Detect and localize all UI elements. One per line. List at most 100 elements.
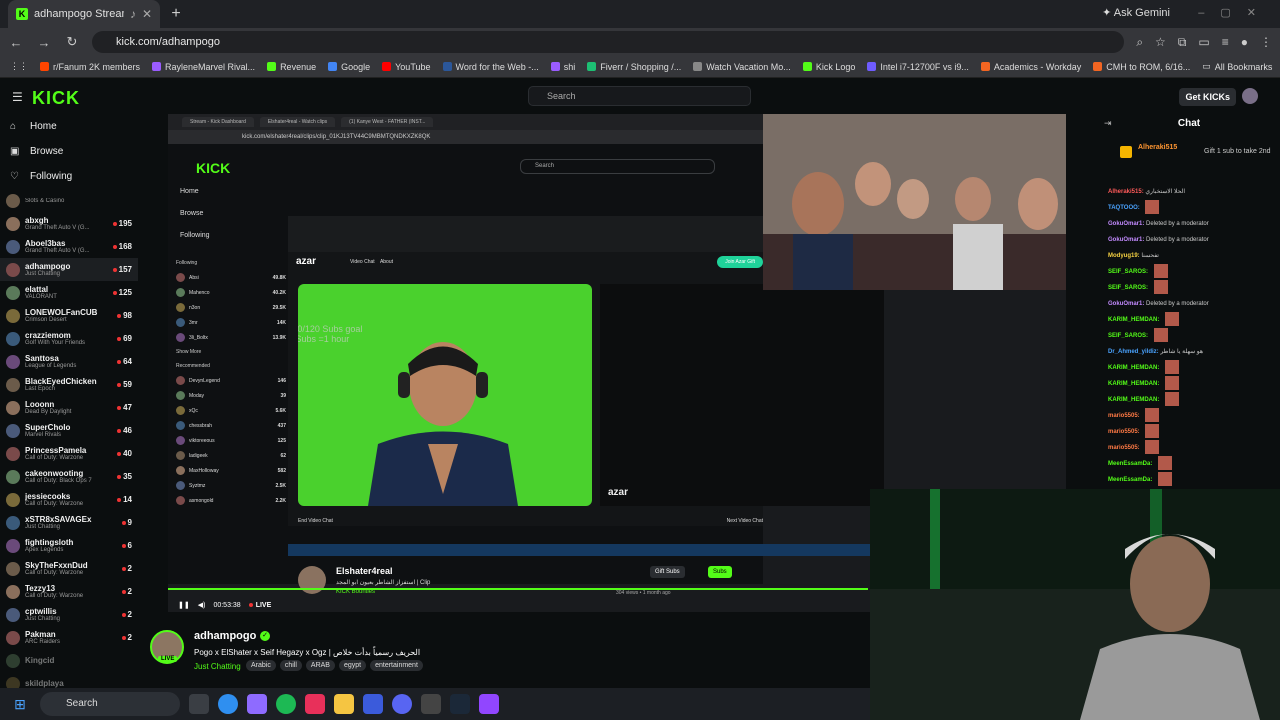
sidebar-channel-item[interactable]: crazziemom Golf With Your Friends 69 [0, 327, 138, 350]
bookmark-star-icon[interactable]: ☆ [1155, 35, 1166, 49]
bookmark-item[interactable]: RayleneMarvel Rival... [152, 62, 255, 72]
bookmark-item[interactable]: Revenue [267, 62, 316, 72]
menu-kebab-icon[interactable]: ⋮ [1260, 35, 1272, 49]
bookmark-item[interactable]: YouTube [382, 62, 431, 72]
bookmark-item[interactable]: Word for the Web -... [442, 62, 539, 72]
twitch-icon[interactable] [479, 694, 499, 714]
url-field[interactable]: kick.com/adhampogo [92, 31, 1125, 53]
taskbar-search[interactable]: Search [40, 692, 180, 716]
sidebar-channel-item[interactable]: cakeonwooting Call of Duty: Black Ops 7 3… [0, 465, 138, 488]
zoom-icon[interactable]: ⌕ [1136, 35, 1143, 50]
bookmark-item[interactable]: Watch Vacation Mo... [693, 62, 791, 72]
sidebar-channel-item[interactable]: Pakman ARC Raiders 2 [0, 626, 138, 649]
chat-username[interactable]: mario5505: [1108, 445, 1140, 451]
sidebar-item-browse[interactable]: ▣ Browse [0, 139, 138, 164]
sidebar-channel-item[interactable]: cptwillis Just Chatting 2 [0, 603, 138, 626]
sidebar-channel-item[interactable]: PrincessPamela Call of Duty: Warzone 40 [0, 442, 138, 465]
sidebar-channel-item[interactable]: SkyTheFxxnDud Call of Duty: Warzone 2 [0, 557, 138, 580]
steam-icon[interactable] [450, 694, 470, 714]
sidebar-channel-item[interactable]: Tezzy13 Call of Duty: Warzone 2 [0, 580, 138, 603]
sidebar-channel-item[interactable]: adhampogo Just Chatting 157 [0, 258, 138, 281]
sidebar-item-following[interactable]: ♡ Following [0, 164, 138, 189]
copilot-icon[interactable] [247, 694, 267, 714]
chat-username[interactable]: SEIF_SAROS: [1108, 285, 1148, 291]
stream-tag[interactable]: ARAB [305, 660, 335, 671]
sidebar-channel-item[interactable]: Aboel3bas Grand Theft Auto V (G... 168 [0, 235, 138, 258]
chat-username[interactable]: KARIM_HEMDAN: [1108, 317, 1159, 323]
chat-username[interactable]: Alheraki515: [1108, 189, 1144, 195]
profile-avatar[interactable]: ● [1241, 35, 1248, 49]
chat-username[interactable]: mario5505: [1108, 413, 1140, 419]
pause-icon[interactable]: ❚❚ [178, 601, 190, 609]
chat-username[interactable]: KARIM_HEMDAN: [1108, 381, 1159, 387]
obs-icon[interactable] [421, 694, 441, 714]
file-explorer-icon[interactable] [334, 694, 354, 714]
close-tab-icon[interactable]: ✕ [142, 7, 152, 21]
sidebar-channel-item[interactable]: xSTR8xSAVAGEx Just Chatting 9 [0, 511, 138, 534]
windows-start-icon[interactable]: ⊞ [0, 688, 40, 720]
all-bookmarks-button[interactable]: ▭ All Bookmarks [1202, 61, 1272, 72]
stream-tag[interactable]: egypt [338, 660, 367, 671]
sidebar-channel-item[interactable]: abxgh Grand Theft Auto V (G... 195 [0, 212, 138, 235]
sidebar-channel-item[interactable]: Santtosa League of Legends 64 [0, 350, 138, 373]
bookmark-item[interactable]: Academics - Workday [980, 62, 1081, 72]
spotify-icon[interactable] [276, 694, 296, 714]
bookmark-item[interactable]: Google [328, 62, 370, 72]
sidebar-channel-item[interactable]: fightingsloth Apex Legends 6 [0, 534, 138, 557]
live-indicator[interactable]: LIVE [249, 602, 272, 609]
sidebar-channel-item[interactable]: Looonn Dead By Daylight 47 [0, 396, 138, 419]
search-input[interactable]: Search [528, 86, 751, 106]
bookmark-item[interactable]: Intel i7-12700F vs i9... [867, 62, 969, 72]
app-icon[interactable] [305, 694, 325, 714]
sidebar-channel-item[interactable]: jessiecooks Call of Duty: Warzone 14 [0, 488, 138, 511]
sidebar-channel-item[interactable]: SuperCholo Marvel Rivals 46 [0, 419, 138, 442]
media-icon[interactable]: ≡ [1222, 35, 1229, 49]
chat-username[interactable]: mario5505: [1108, 429, 1140, 435]
stream-category[interactable]: Just Chatting [194, 662, 241, 671]
extensions-icon[interactable]: ⧉ [1178, 35, 1187, 50]
chat-username[interactable]: GokuOmar1: [1108, 221, 1144, 227]
bookmark-item[interactable]: shi [550, 62, 575, 72]
kick-logo[interactable]: KICK [32, 88, 80, 109]
chat-username[interactable]: Dr_Ahmed_yildiz: [1108, 349, 1159, 355]
user-avatar[interactable] [1242, 88, 1258, 104]
volume-icon[interactable]: ◀) [198, 601, 206, 609]
speaker-icon[interactable]: ♪ [130, 7, 136, 21]
pinned-message[interactable]: Alheraki515 Gift 1 sub to take 2nd [1138, 144, 1280, 155]
ask-gemini-button[interactable]: ✦ Ask Gemini [1102, 6, 1170, 19]
forward-icon[interactable]: → [36, 35, 52, 50]
chat-username[interactable]: MeenEssamDa: [1108, 461, 1152, 467]
new-tab-button[interactable]: + [166, 4, 186, 24]
sidebar-channel-item[interactable]: BlackEyedChicken Last Epoch 59 [0, 373, 138, 396]
channel-name[interactable]: adhampogo [194, 630, 256, 642]
window-controls[interactable]: –▢✕ [1198, 6, 1272, 19]
reload-icon[interactable]: ↻ [64, 34, 80, 50]
chat-username[interactable]: SEIF_SAROS: [1108, 269, 1148, 275]
browser-tab-active[interactable]: K adhampogo Stream - Watch ♪ ✕ [8, 0, 160, 28]
sidebar-channel-item[interactable]: Kingcid [0, 649, 138, 672]
app-grid-icon[interactable] [363, 694, 383, 714]
bookmark-item[interactable]: Kick Logo [802, 62, 855, 72]
sidebar-channel-item[interactable]: Slots & Casino [0, 189, 138, 212]
hamburger-menu-icon[interactable]: ☰ [12, 90, 23, 104]
bookmark-item[interactable]: r/Fanum 2K members [40, 62, 140, 72]
bookmark-item[interactable]: Fiverr / Shopping /... [587, 62, 681, 72]
stream-tag[interactable]: entertainment [370, 660, 423, 671]
collapse-chat-icon[interactable]: ⇥ [1104, 118, 1112, 129]
cast-icon[interactable]: ▭ [1198, 35, 1209, 49]
chat-username[interactable]: KARIM_HEMDAN: [1108, 397, 1159, 403]
chat-username[interactable]: Modyug19: [1108, 253, 1140, 259]
stream-tag[interactable]: Arabic [246, 660, 276, 671]
task-view-icon[interactable] [189, 694, 209, 714]
sidebar-channel-item[interactable]: LONEWOLFanCUB Crimson Desert 98 [0, 304, 138, 327]
get-kicks-button[interactable]: Get KICKs [1179, 88, 1236, 106]
chat-username[interactable]: SEIF_SAROS: [1108, 333, 1148, 339]
apps-grid-icon[interactable]: ⋮⋮ [10, 61, 28, 72]
back-icon[interactable]: ← [8, 35, 24, 50]
bookmark-item[interactable]: CMH to ROM, 6/16... [1093, 62, 1190, 72]
chat-username[interactable]: KARIM_HEMDAN: [1108, 365, 1159, 371]
chat-username[interactable]: TAQTOOO: [1108, 205, 1140, 211]
stream-tag[interactable]: chill [279, 660, 302, 671]
chat-username[interactable]: GokuOmar1: [1108, 237, 1144, 243]
sidebar-channel-item[interactable]: elattal VALORANT 125 [0, 281, 138, 304]
